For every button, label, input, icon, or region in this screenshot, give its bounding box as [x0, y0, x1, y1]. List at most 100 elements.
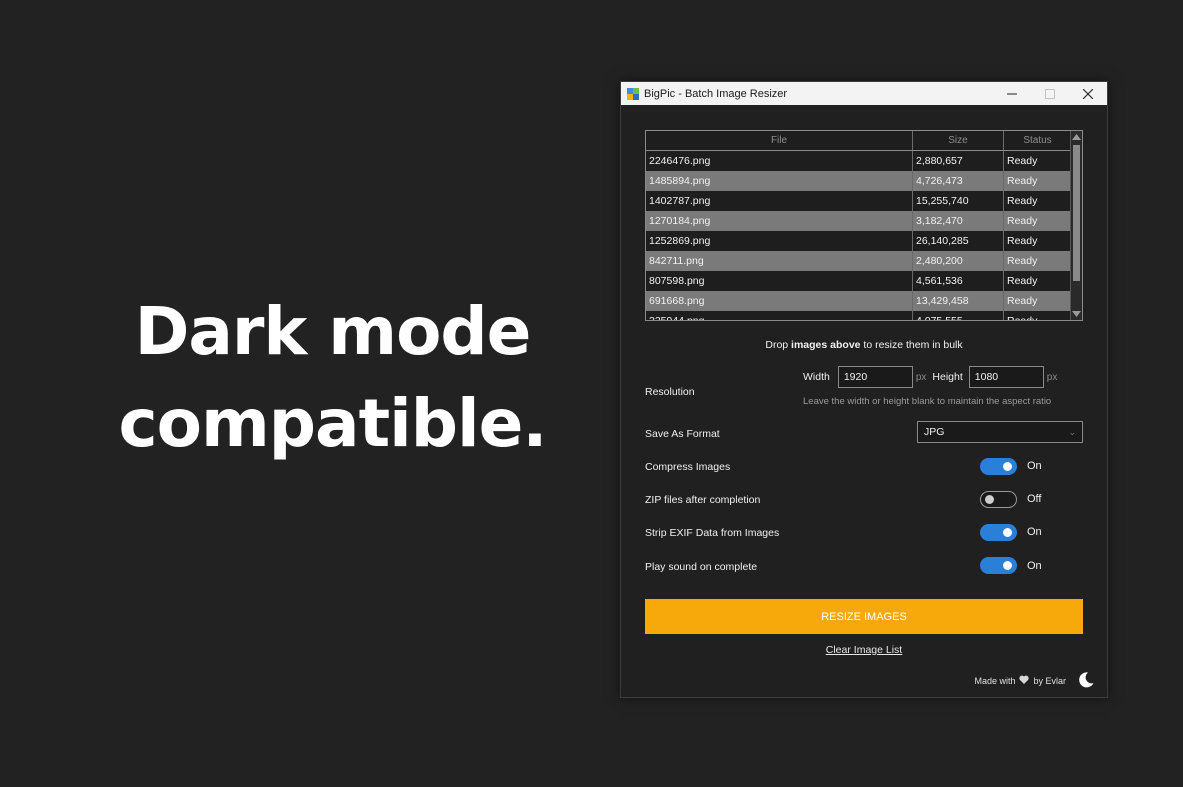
strip-exif-state: On [1027, 526, 1042, 538]
strip-exif-toggle[interactable] [980, 524, 1017, 541]
scroll-thumb[interactable] [1073, 145, 1080, 281]
maximize-icon [1045, 88, 1055, 99]
app-window: BigPic - Batch Image Resizer File Size S… [620, 81, 1108, 698]
compress-images-state: On [1027, 460, 1042, 472]
compress-images-label: Compress Images [645, 461, 731, 473]
toggle-knob [1003, 561, 1012, 570]
cell-file: 691668.png [646, 291, 913, 311]
hero-line-1: Dark mode [134, 293, 532, 370]
compress-images-toggle[interactable] [980, 458, 1017, 475]
table-header: File Size Status [646, 131, 1082, 151]
resolution-inputs: Width 1920 px Height 1080 px [803, 366, 1057, 388]
window-content: File Size Status 2246476.png 2,880,657 R… [621, 105, 1107, 697]
hero-headline: Dark mode compatible. [100, 286, 565, 470]
toggle-knob [985, 495, 994, 504]
format-label: Save As Format [645, 428, 720, 440]
drop-hint-text: Drop [765, 339, 792, 351]
minimize-icon [1007, 93, 1017, 94]
drop-hint: Drop images above to resize them in bulk [621, 339, 1107, 351]
width-unit: px [915, 371, 927, 383]
column-header-status[interactable]: Status [1004, 131, 1071, 150]
format-value: JPG [924, 426, 945, 438]
resize-images-button[interactable]: RESIZE IMAGES [645, 599, 1083, 634]
cell-size: 4,561,536 [913, 271, 1004, 291]
aspect-ratio-hint: Leave the width or height blank to maint… [803, 396, 1052, 407]
zip-files-label: ZIP files after completion [645, 494, 761, 506]
close-icon [1083, 88, 1093, 99]
scroll-up-arrow-icon[interactable] [1071, 131, 1082, 143]
toggle-knob [1003, 528, 1012, 537]
width-input[interactable]: 1920 [837, 366, 913, 388]
cell-file: 1252869.png [646, 231, 913, 251]
window-controls [993, 82, 1107, 105]
table-row[interactable]: 842711.png 2,480,200 Ready [646, 251, 1082, 271]
clear-image-list-link[interactable]: Clear Image List [621, 644, 1107, 656]
cell-status: Ready [1007, 215, 1038, 227]
table-row[interactable]: 1402787.png 15,255,740 Ready [646, 191, 1082, 211]
toggle-knob [1003, 462, 1012, 471]
width-label: Width [803, 371, 830, 383]
format-select[interactable]: JPG ⌄ [917, 421, 1083, 443]
play-sound-label: Play sound on complete [645, 561, 758, 573]
cell-status: Ready [1007, 275, 1038, 287]
chevron-down-icon: ⌄ [1068, 427, 1076, 437]
play-sound-toggle[interactable] [980, 557, 1017, 574]
strip-exif-label: Strip EXIF Data from Images [645, 527, 780, 539]
table-row[interactable]: 1270184.png 3,182,470 Ready [646, 211, 1082, 231]
cell-status: Ready [1007, 235, 1038, 247]
author-text: by Evlar [1033, 675, 1066, 686]
drop-hint-text-end: to resize them in bulk [860, 339, 963, 351]
cell-status: Ready [1007, 175, 1038, 187]
play-sound-state: On [1027, 560, 1042, 572]
cell-status: Ready [1007, 255, 1038, 267]
close-button[interactable] [1069, 82, 1107, 105]
cell-status: Ready [1007, 315, 1038, 321]
cell-file: 842711.png [646, 251, 913, 271]
heart-icon [1019, 675, 1030, 686]
cell-status: Ready [1007, 155, 1038, 167]
app-logo-icon [627, 87, 639, 100]
cell-size: 15,255,740 [913, 191, 1004, 211]
cell-size: 26,140,285 [913, 231, 1004, 251]
cell-size: 2,480,200 [913, 251, 1004, 271]
table-scrollbar[interactable] [1070, 131, 1082, 320]
image-table[interactable]: File Size Status 2246476.png 2,880,657 R… [645, 130, 1083, 321]
made-with-text: Made with [974, 675, 1016, 686]
table-row[interactable]: 807598.png 4,561,536 Ready [646, 271, 1082, 291]
table-row[interactable]: 2246476.png 2,880,657 Ready [646, 151, 1082, 171]
hero-line-2: compatible. [118, 385, 548, 462]
cell-file: 2246476.png [646, 151, 913, 171]
minimize-button[interactable] [993, 82, 1031, 105]
cell-size: 2,880,657 [913, 151, 1004, 171]
cell-size: 13,429,458 [913, 291, 1004, 311]
cell-size: 4,726,473 [913, 171, 1004, 191]
table-row[interactable]: 1252869.png 26,140,285 Ready [646, 231, 1082, 251]
table-row[interactable]: 325944.png 4,075,555 Ready [646, 311, 1082, 321]
cell-size: 3,182,470 [913, 211, 1004, 231]
table-row[interactable]: 691668.png 13,429,458 Ready [646, 291, 1082, 311]
cell-size: 4,075,555 [913, 311, 1004, 320]
table-body: 2246476.png 2,880,657 Ready 1485894.png … [646, 151, 1082, 321]
zip-files-toggle[interactable] [980, 491, 1017, 508]
cell-file: 807598.png [646, 271, 913, 291]
maximize-button[interactable] [1031, 82, 1069, 105]
moon-icon[interactable] [1077, 671, 1095, 689]
scroll-down-arrow-icon[interactable] [1071, 308, 1082, 320]
height-input[interactable]: 1080 [968, 366, 1044, 388]
table-row[interactable]: 1485894.png 4,726,473 Ready [646, 171, 1082, 191]
zip-files-state: Off [1027, 493, 1042, 505]
height-label: Height [932, 371, 963, 383]
drop-hint-bold: images above [791, 339, 861, 351]
cell-file: 1485894.png [646, 171, 913, 191]
cell-file: 325944.png [646, 311, 913, 320]
cell-status: Ready [1007, 295, 1038, 307]
cell-status: Ready [1007, 195, 1038, 207]
cell-file: 1270184.png [646, 211, 913, 231]
footer-credit: Made with by Evlar [974, 675, 1066, 686]
height-unit: px [1046, 371, 1058, 383]
resolution-label: Resolution [645, 386, 695, 398]
column-header-size[interactable]: Size [913, 131, 1004, 150]
title-bar[interactable]: BigPic - Batch Image Resizer [621, 82, 1107, 105]
column-header-file[interactable]: File [646, 131, 913, 150]
window-title: BigPic - Batch Image Resizer [644, 87, 788, 100]
